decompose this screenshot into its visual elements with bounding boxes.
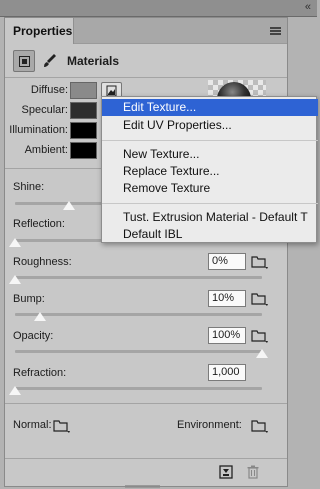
shine-label: Shine:: [13, 181, 45, 193]
panel-menu-icon[interactable]: [270, 27, 281, 35]
diffuse-row: Diffuse:: [5, 82, 122, 100]
opacity-slider-thumb[interactable]: [255, 349, 269, 359]
specular-label: Specular:: [21, 104, 68, 116]
trash-icon[interactable]: [246, 465, 260, 479]
refraction-label: Refraction:: [13, 367, 67, 379]
opacity-slider-track[interactable]: [15, 350, 262, 353]
menu-item-edit-uv-properties[interactable]: Edit UV Properties...: [102, 117, 318, 134]
menu-separator: [102, 140, 318, 141]
diffuse-swatch[interactable]: [70, 82, 97, 99]
menu-separator: [102, 203, 318, 204]
illumination-row: Illumination:: [5, 122, 115, 140]
texture-context-menu: Edit Texture... Edit UV Properties... Ne…: [101, 96, 318, 243]
roughness-slider-track[interactable]: [15, 276, 262, 279]
ambient-swatch[interactable]: [70, 142, 97, 159]
refraction-slider-thumb[interactable]: [8, 386, 22, 396]
collapse-icon[interactable]: «: [305, 1, 311, 13]
reflection-slider-thumb[interactable]: [8, 238, 22, 248]
ambient-row: Ambient:: [5, 142, 115, 160]
opacity-label: Opacity:: [13, 330, 54, 342]
tab-properties[interactable]: Properties: [5, 18, 74, 44]
ambient-label: Ambient:: [24, 144, 68, 156]
panel-footer: [5, 458, 287, 486]
properties-panel: Properties Materials Diffuse: Specular: …: [4, 17, 288, 487]
material-icon: [18, 55, 30, 67]
roughness-slider-thumb[interactable]: [8, 275, 22, 285]
header-divider: [5, 77, 287, 78]
normal-folder-icon[interactable]: [53, 418, 71, 434]
illumination-label: Illumination:: [9, 124, 68, 136]
menu-item-extrusion-material[interactable]: Tust. Extrusion Material - Default T: [102, 209, 318, 226]
bump-field[interactable]: 10%: [208, 290, 246, 307]
environment-label: Environment:: [177, 419, 242, 431]
opacity-field[interactable]: 100%: [208, 327, 246, 344]
diffuse-label: Diffuse:: [30, 84, 68, 96]
bump-slider-track[interactable]: [15, 313, 262, 316]
menu-item-replace-texture[interactable]: Replace Texture...: [102, 163, 318, 180]
bump-label: Bump:: [13, 293, 45, 305]
menu-item-remove-texture[interactable]: Remove Texture: [102, 180, 318, 197]
specular-swatch[interactable]: [70, 102, 97, 119]
environment-folder-icon[interactable]: [251, 418, 269, 434]
refraction-field[interactable]: 1,000: [208, 364, 246, 381]
menu-item-new-texture[interactable]: New Texture...: [102, 146, 318, 163]
opacity-folder-icon[interactable]: [251, 328, 269, 344]
menu-item-edit-texture[interactable]: Edit Texture...: [102, 99, 318, 116]
panel-topbar: «: [0, 0, 317, 17]
specular-row: Specular:: [5, 102, 115, 120]
resize-grip[interactable]: [125, 485, 160, 488]
material-mode-button[interactable]: [13, 50, 35, 72]
reflection-label: Reflection:: [13, 218, 65, 230]
bump-slider-thumb[interactable]: [32, 312, 47, 322]
bump-folder-icon[interactable]: [251, 291, 269, 307]
illumination-swatch[interactable]: [70, 122, 97, 139]
roughness-label: Roughness:: [13, 256, 72, 268]
load-material-icon[interactable]: [219, 465, 233, 479]
slider-divider: [5, 403, 287, 404]
menu-item-default-ibl[interactable]: Default IBL: [102, 226, 318, 243]
refraction-slider-track[interactable]: [15, 387, 262, 390]
materials-title: Materials: [67, 54, 120, 68]
panel-tabbar: Properties: [5, 18, 287, 44]
roughness-folder-icon[interactable]: [251, 254, 269, 270]
materials-header: Materials: [5, 45, 287, 77]
brush-icon[interactable]: [43, 53, 57, 69]
roughness-field[interactable]: 0%: [208, 253, 246, 270]
shine-slider-thumb[interactable]: [62, 201, 77, 211]
normal-label: Normal:: [13, 419, 52, 431]
